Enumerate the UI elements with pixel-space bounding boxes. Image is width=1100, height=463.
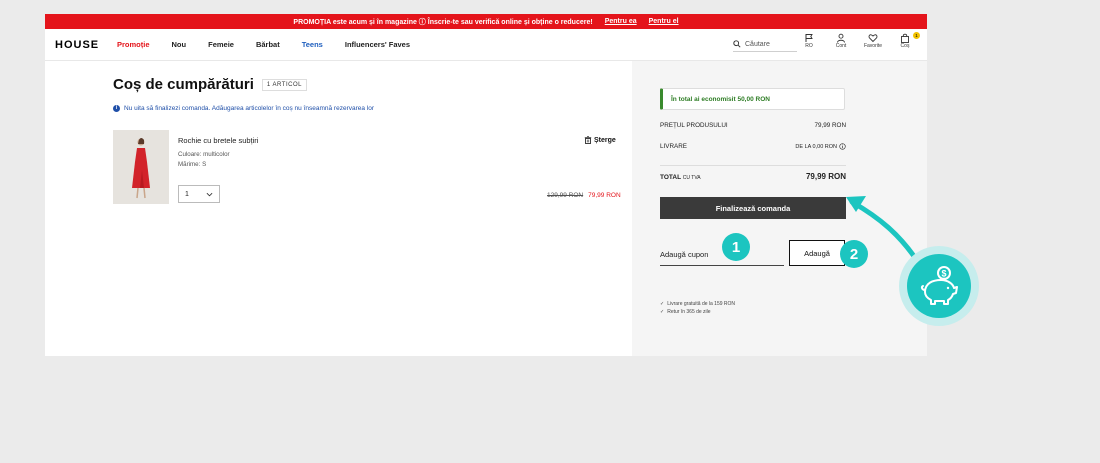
perk-returns-text: Retur în 365 de zile — [667, 309, 711, 315]
old-price: 129,99 RON — [547, 192, 584, 199]
logo[interactable]: HOUSE — [55, 39, 117, 51]
perk-returns: ✓ Retur în 365 de zile — [660, 309, 711, 315]
favorites-label: Favorite — [863, 43, 883, 49]
cart-button[interactable]: 1 Coș — [895, 32, 920, 49]
delivery-value-wrap: DE LA 0,00 RON — [795, 143, 846, 150]
search-placeholder: Căutare — [745, 40, 770, 48]
dress-image — [113, 130, 169, 204]
cart-header: Coș de cumpărături 1 ARTICOL — [113, 76, 307, 93]
delete-label: Șterge — [594, 136, 616, 144]
bag-icon — [901, 33, 909, 43]
nav-item-femeie[interactable]: Femeie — [208, 40, 234, 49]
cart-label: Coș — [900, 43, 910, 49]
flag-icon — [805, 34, 813, 42]
total-row: TOTAL CU TVA 79,99 RON — [660, 172, 846, 181]
delete-button[interactable]: Șterge — [584, 136, 616, 144]
product-image[interactable] — [113, 130, 169, 204]
cart-content: Coș de cumpărături 1 ARTICOL i Nu uita s… — [45, 61, 632, 356]
savings-banner: În total ai economisit 50,00 RON — [660, 88, 845, 110]
nav-icons: RO Cont Favorite 1 Coș — [799, 32, 920, 49]
piggy-circle: $ — [907, 254, 971, 318]
info-icon: i — [113, 105, 120, 112]
nav-item-teens[interactable]: Teens — [302, 40, 323, 49]
product-price-row: PREȚUL PRODUSULUI 79,99 RON — [660, 122, 846, 129]
search-input[interactable]: Căutare — [733, 37, 797, 52]
delivery-row: LIVRARE DE LA 0,00 RON — [660, 143, 846, 150]
perk-free-delivery: ✓ Livrare gratuită de la 159 RON — [660, 301, 735, 307]
cart-count-badge: 1 — [913, 32, 920, 39]
product-price-label: PREȚUL PRODUSULUI — [660, 122, 728, 129]
search-icon — [733, 40, 741, 48]
promo-link-him[interactable]: Pentru el — [649, 18, 679, 25]
favorites-button[interactable]: Favorite — [863, 33, 883, 49]
check-icon: ✓ — [660, 301, 665, 307]
web-page: PROMOȚIA este acum și în magazine ⓘ Însc… — [45, 14, 927, 356]
total-label-wrap: TOTAL CU TVA — [660, 174, 701, 181]
account-label: Cont — [835, 43, 847, 49]
delivery-value: DE LA 0,00 RON — [795, 143, 837, 150]
nav-item-promotie[interactable]: Promoție — [117, 40, 150, 49]
nav-item-nou[interactable]: Nou — [172, 40, 187, 49]
account-button[interactable]: Cont — [831, 33, 851, 49]
product-size: Mărime: S — [178, 161, 207, 168]
checkout-button[interactable]: Finalizează comanda — [660, 197, 846, 219]
user-icon — [837, 33, 845, 43]
quantity-value: 1 — [185, 190, 189, 198]
trash-icon — [584, 136, 592, 144]
piggy-bank-icon: $ — [920, 266, 958, 305]
order-summary: În total ai economisit 50,00 RON PREȚUL … — [632, 61, 927, 356]
nav-item-barbat[interactable]: Bărbat — [256, 40, 280, 49]
total-value: 79,99 RON — [805, 172, 846, 181]
page-title: Coș de cumpărături — [113, 76, 254, 93]
step-2-badge: 2 — [840, 240, 868, 268]
check-icon: ✓ — [660, 309, 665, 315]
quantity-select[interactable]: 1 — [178, 185, 220, 203]
summary-divider — [660, 165, 846, 166]
language-button[interactable]: RO — [799, 33, 819, 49]
new-price: 79,99 RON — [588, 192, 621, 199]
heart-icon — [868, 34, 878, 43]
product-price-value: 79,99 RON — [814, 122, 847, 129]
main-nav: HOUSE Promoție Nou Femeie Bărbat Teens I… — [45, 29, 927, 61]
total-label: TOTAL — [660, 174, 681, 181]
chevron-down-icon — [206, 192, 213, 196]
reservation-notice: i Nu uita să finalizezi comanda. Adăugar… — [113, 105, 374, 112]
step-1-badge: 1 — [722, 233, 750, 261]
nav-menu: Promoție Nou Femeie Bărbat Teens Influen… — [117, 40, 410, 49]
svg-text:$: $ — [941, 269, 946, 279]
product-name[interactable]: Rochie cu bretele subțiri — [178, 136, 258, 145]
reservation-notice-text: Nu uita să finalizezi comanda. Adăugarea… — [124, 105, 375, 112]
product-prices: 129,99 RON 79,99 RON — [547, 192, 621, 199]
info-circle-icon[interactable] — [839, 143, 846, 150]
perk-free-delivery-text: Livrare gratuită de la 159 RON — [667, 301, 736, 307]
promo-text: PROMOȚIA este acum și în magazine ⓘ Însc… — [293, 18, 593, 26]
item-count-badge: 1 ARTICOL — [261, 78, 307, 91]
language-label: RO — [805, 43, 813, 49]
promo-bar: PROMOȚIA este acum și în magazine ⓘ Însc… — [45, 14, 927, 29]
add-coupon-button[interactable]: Adaugă — [789, 240, 845, 266]
total-vat-label: CU TVA — [682, 175, 701, 181]
promo-link-her[interactable]: Pentru ea — [605, 18, 637, 25]
savings-piggy-badge: $ — [899, 246, 979, 326]
delivery-label: LIVRARE — [660, 143, 687, 150]
product-color: Culoare: multicolor — [178, 151, 230, 158]
nav-item-influencers[interactable]: Influencers' Faves — [345, 40, 410, 49]
